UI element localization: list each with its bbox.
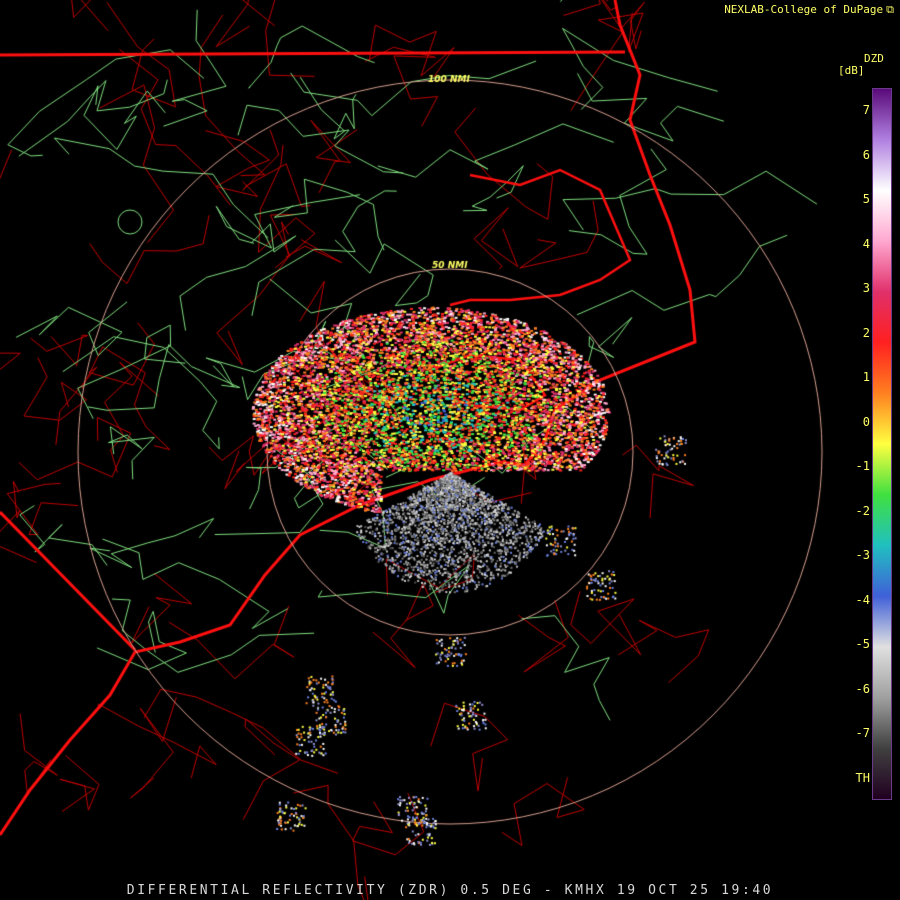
legend-tick: 0 xyxy=(862,414,870,429)
radar-map xyxy=(0,0,900,900)
legend-tick: 3 xyxy=(862,281,870,295)
product-title: DIFFERENTIAL REFLECTIVITY (ZDR) 0.5 DEG … xyxy=(126,883,774,898)
credit-text: NEXLAB-College of DuPage ⧉ xyxy=(724,3,894,17)
legend-tick: 4 xyxy=(862,236,870,251)
legend-tick: -4 xyxy=(855,592,870,607)
legend-tick: 1 xyxy=(862,370,870,384)
credit-label: NEXLAB-College of DuPage xyxy=(724,3,884,16)
legend-tick: -3 xyxy=(855,548,870,562)
legend-tick: -6 xyxy=(855,681,870,696)
legend-colorbar xyxy=(872,88,892,800)
legend-tick: 5 xyxy=(862,192,870,206)
legend-tick: -1 xyxy=(855,459,870,473)
legend-tick: -5 xyxy=(855,637,870,651)
legend-tick: 7 xyxy=(862,103,870,117)
legend-tick: 2 xyxy=(862,325,870,340)
legend-product: DZD xyxy=(864,52,884,65)
legend-tick: -2 xyxy=(855,503,870,518)
cod-logo-icon: ⧉ xyxy=(886,3,894,16)
legend-tick: -7 xyxy=(855,726,870,740)
legend-tick: TH xyxy=(855,770,870,785)
legend-units: [dB] xyxy=(838,64,865,77)
legend-tick: 6 xyxy=(862,147,870,162)
